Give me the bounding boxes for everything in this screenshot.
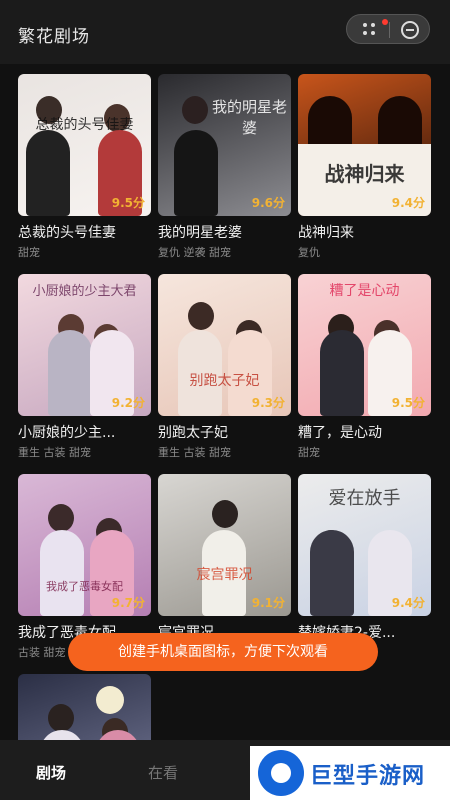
capsule-divider (389, 22, 390, 38)
drama-tags: 甜宠 (298, 446, 320, 459)
drama-tags: 重生 古装 甜宠 (158, 446, 231, 459)
drama-tags: 复仇 逆袭 甜宠 (158, 246, 231, 259)
drama-title: 小厨娘的少主... (18, 425, 116, 441)
drama-score: 9.2分 (111, 396, 145, 410)
drama-card[interactable]: 我的明星老婆 9.6分 我的明星老婆 复仇 逆袭 甜宠 (158, 74, 291, 259)
drama-score: 9.4分 (391, 196, 425, 210)
app-title: 繁花剧场 (18, 27, 90, 47)
drama-score: 9.4分 (391, 596, 425, 610)
drama-card[interactable]: 总裁的头号佳妻 9.5分 总裁的头号佳妻 甜宠 (18, 74, 151, 259)
drama-poster[interactable]: 糟了是心动 9.5分 (298, 274, 431, 416)
add-to-homescreen-toast[interactable]: 创建手机桌面图标，方便下次观看 (68, 633, 378, 671)
drama-poster[interactable]: 我成了恶毒女配 9.7分 (18, 474, 151, 616)
drama-score: 9.5分 (111, 196, 145, 210)
drama-title: 糟了，是心动 (298, 425, 382, 441)
drama-card[interactable] (18, 674, 151, 740)
drama-card[interactable]: 小厨娘的少主大君 9.2分 小厨娘的少主... 重生 古装 甜宠 (18, 274, 151, 459)
drama-card[interactable]: 我成了恶毒女配 9.7分 我成了恶毒女配 古装 甜宠 (18, 474, 151, 659)
drama-title: 战神归来 (298, 225, 354, 241)
tab-theater[interactable]: 剧场 (36, 762, 66, 783)
drama-card[interactable]: 爱在放手 9.4分 替嫁娇妻2-爱... 甜宠 (298, 474, 431, 659)
drama-poster[interactable]: 别跑太子妃 9.3分 (158, 274, 291, 416)
drama-card[interactable]: 战神归来 9.4分 战神归来 复仇 (298, 74, 431, 259)
drama-poster[interactable]: 宸宫罪况 9.1分 (158, 474, 291, 616)
drama-score: 9.1分 (251, 596, 285, 610)
header-bar: 繁花剧场 (0, 0, 450, 64)
drama-card[interactable]: 别跑太子妃 9.3分 别跑太子妃 重生 古装 甜宠 (158, 274, 291, 459)
more-icon[interactable] (363, 23, 377, 37)
watermark-text: 巨型手游网 (310, 764, 426, 789)
drama-tags: 复仇 (298, 246, 320, 259)
tab-watching[interactable]: 在看 (148, 762, 178, 783)
notification-dot (382, 19, 388, 25)
drama-tags: 重生 古装 甜宠 (18, 446, 91, 459)
close-icon[interactable] (401, 21, 419, 39)
drama-poster[interactable]: 小厨娘的少主大君 9.2分 (18, 274, 151, 416)
drama-title: 我的明星老婆 (158, 225, 242, 241)
drama-score: 9.3分 (251, 396, 285, 410)
watermark: 巨型手游网 (250, 746, 450, 800)
watermark-logo-icon (258, 750, 304, 796)
drama-poster[interactable]: 爱在放手 9.4分 (298, 474, 431, 616)
drama-poster[interactable] (18, 674, 151, 740)
drama-card[interactable]: 宸宫罪况 9.1分 宸宫罪况 古装 (158, 474, 291, 659)
drama-score: 9.7分 (111, 596, 145, 610)
drama-poster[interactable]: 战神归来 9.4分 (298, 74, 431, 216)
drama-title: 别跑太子妃 (158, 425, 228, 441)
drama-score: 9.5分 (391, 396, 425, 410)
drama-poster[interactable]: 我的明星老婆 9.6分 (158, 74, 291, 216)
drama-title: 总裁的头号佳妻 (18, 225, 116, 241)
drama-poster[interactable]: 总裁的头号佳妻 9.5分 (18, 74, 151, 216)
drama-tags: 甜宠 (18, 246, 40, 259)
drama-score: 9.6分 (251, 196, 285, 210)
drama-card[interactable]: 糟了是心动 9.5分 糟了，是心动 甜宠 (298, 274, 431, 459)
mini-program-capsule (346, 14, 430, 44)
